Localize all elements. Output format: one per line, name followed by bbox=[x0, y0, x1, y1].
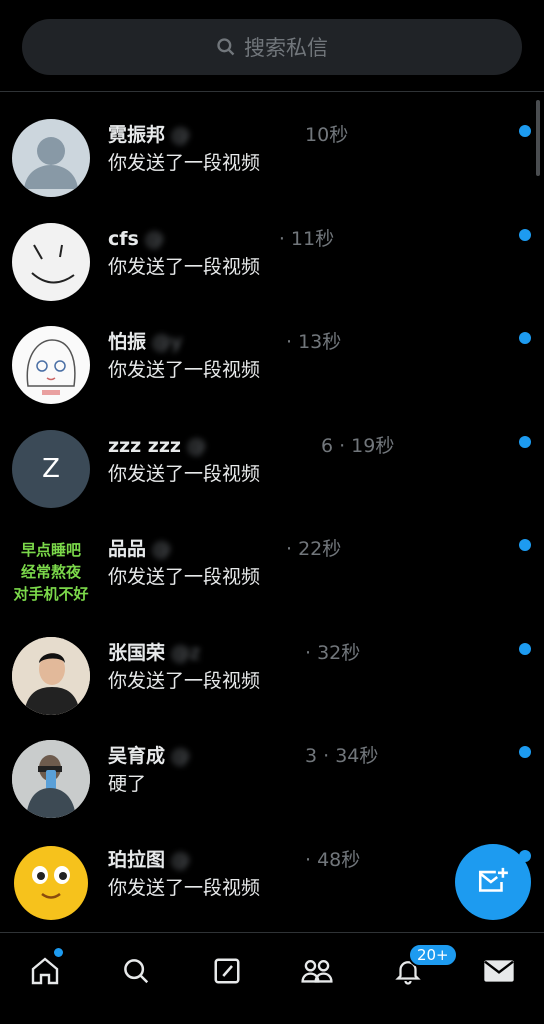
new-message-button[interactable] bbox=[455, 844, 531, 920]
bottom-tab-bar: 20+ bbox=[0, 932, 544, 1024]
yellow-emoji-icon bbox=[14, 845, 88, 920]
tab-notifications[interactable]: 20+ bbox=[378, 943, 458, 991]
contact-handle: @ bbox=[152, 538, 172, 560]
contact-handle: @ bbox=[171, 745, 191, 767]
conversation-row[interactable]: 霓振邦 @10秒 你发送了一段视频 bbox=[0, 92, 544, 197]
new-message-icon bbox=[478, 867, 508, 892]
photo-man-icon bbox=[12, 636, 90, 715]
contact-handle: @ bbox=[171, 124, 191, 146]
conversation-row[interactable]: Z zzz zzz @6 · 19秒 你发送了一段视频 bbox=[0, 403, 544, 508]
tab-compose[interactable] bbox=[197, 951, 257, 991]
avatar[interactable] bbox=[12, 119, 90, 197]
conversation-row[interactable]: 吴育成 @3 · 34秒 硬了 bbox=[0, 713, 544, 818]
contact-handle: @ bbox=[171, 848, 191, 871]
contact-name: 怕振 bbox=[108, 331, 147, 353]
message-preview: 你发送了一段视频 bbox=[108, 566, 261, 588]
message-preview: 你发送了一段视频 bbox=[108, 876, 261, 899]
contact-name: 张国荣 bbox=[108, 641, 166, 664]
message-preview: 你发送了一段视频 bbox=[108, 669, 261, 692]
conversation-list: 霓振邦 @10秒 你发送了一段视频 cfs @ · 11秒 你发送了一段视频 怕振 @y… bbox=[0, 92, 544, 922]
message-time: · 32秒 bbox=[305, 641, 361, 664]
tab-communities[interactable] bbox=[287, 951, 347, 991]
message-time: 6 · 19秒 bbox=[320, 434, 395, 457]
avatar[interactable] bbox=[12, 843, 90, 922]
contact-name: cfs bbox=[108, 227, 139, 250]
contact-name: 珀拉图 bbox=[108, 848, 166, 871]
contact-name: 霓振邦 bbox=[108, 124, 166, 146]
default-avatar-icon bbox=[24, 137, 78, 189]
contact-handle: @ bbox=[144, 227, 164, 250]
compose-icon bbox=[214, 958, 240, 984]
avatar[interactable]: Z bbox=[12, 429, 90, 508]
avatar[interactable] bbox=[12, 636, 90, 715]
contact-handle: @y bbox=[152, 331, 183, 353]
contact-handle: @z bbox=[171, 641, 200, 664]
avatar[interactable] bbox=[12, 740, 90, 818]
conversation-row[interactable]: 早点睡吧 经常熬夜 对手机不好 品品 @ · 22秒 你发送了一段视频 bbox=[0, 506, 544, 611]
message-preview: 你发送了一段视频 bbox=[108, 255, 261, 278]
notifications-badge: 20+ bbox=[407, 943, 458, 967]
search-icon bbox=[217, 38, 235, 56]
unread-dot bbox=[519, 435, 531, 448]
unread-dot bbox=[519, 746, 531, 758]
message-preview: 你发送了一段视频 bbox=[108, 462, 261, 485]
contact-name: 品品 bbox=[108, 538, 147, 560]
message-preview: 你发送了一段视频 bbox=[108, 359, 261, 381]
unread-dot bbox=[519, 125, 531, 137]
conversation-row[interactable]: cfs @ · 11秒 你发送了一段视频 bbox=[0, 196, 544, 301]
avatar-letter: Z bbox=[42, 453, 60, 484]
conversation-row[interactable]: 张国荣 @z · 32秒 你发送了一段视频 bbox=[0, 610, 544, 715]
message-preview: 硬了 bbox=[108, 773, 147, 795]
avatar[interactable] bbox=[12, 222, 90, 301]
contact-name: 吴育成 bbox=[108, 745, 166, 767]
message-time: 3 · 34秒 bbox=[305, 745, 379, 767]
home-notification-dot bbox=[54, 948, 64, 957]
contact-name: zzz zzz bbox=[108, 434, 181, 457]
conversation-row[interactable]: 怕振 @y · 13秒 你发送了一段视频 bbox=[0, 299, 544, 404]
unread-dot bbox=[519, 539, 531, 551]
unread-dot bbox=[519, 332, 531, 344]
tab-search[interactable] bbox=[106, 951, 166, 991]
message-time: 10秒 bbox=[305, 124, 349, 146]
green-text-image: 早点睡吧 经常熬夜 对手机不好 bbox=[13, 541, 89, 603]
unread-dot bbox=[519, 228, 531, 241]
photo-person-icon bbox=[12, 740, 90, 818]
avatar[interactable] bbox=[12, 326, 90, 404]
message-time: · 13秒 bbox=[286, 331, 342, 353]
contact-handle: @ bbox=[186, 434, 206, 457]
message-time: · 48秒 bbox=[305, 848, 361, 871]
unread-dot bbox=[519, 642, 531, 655]
search-placeholder: 搜索私信 bbox=[244, 36, 328, 60]
messages-icon bbox=[483, 960, 514, 982]
message-preview: 你发送了一段视频 bbox=[108, 152, 261, 174]
tab-messages[interactable] bbox=[469, 951, 529, 991]
anime-girl-icon bbox=[26, 339, 76, 395]
search-input[interactable]: 搜索私信 bbox=[22, 19, 522, 75]
message-time: · 11秒 bbox=[278, 227, 335, 250]
message-time: · 22秒 bbox=[286, 538, 342, 560]
home-icon bbox=[32, 957, 59, 985]
avatar[interactable]: 早点睡吧 经常熬夜 对手机不好 bbox=[12, 533, 90, 611]
communities-icon bbox=[301, 960, 333, 983]
tab-home[interactable] bbox=[15, 948, 75, 991]
smiley-face-icon bbox=[31, 244, 75, 283]
search-icon bbox=[124, 959, 149, 984]
